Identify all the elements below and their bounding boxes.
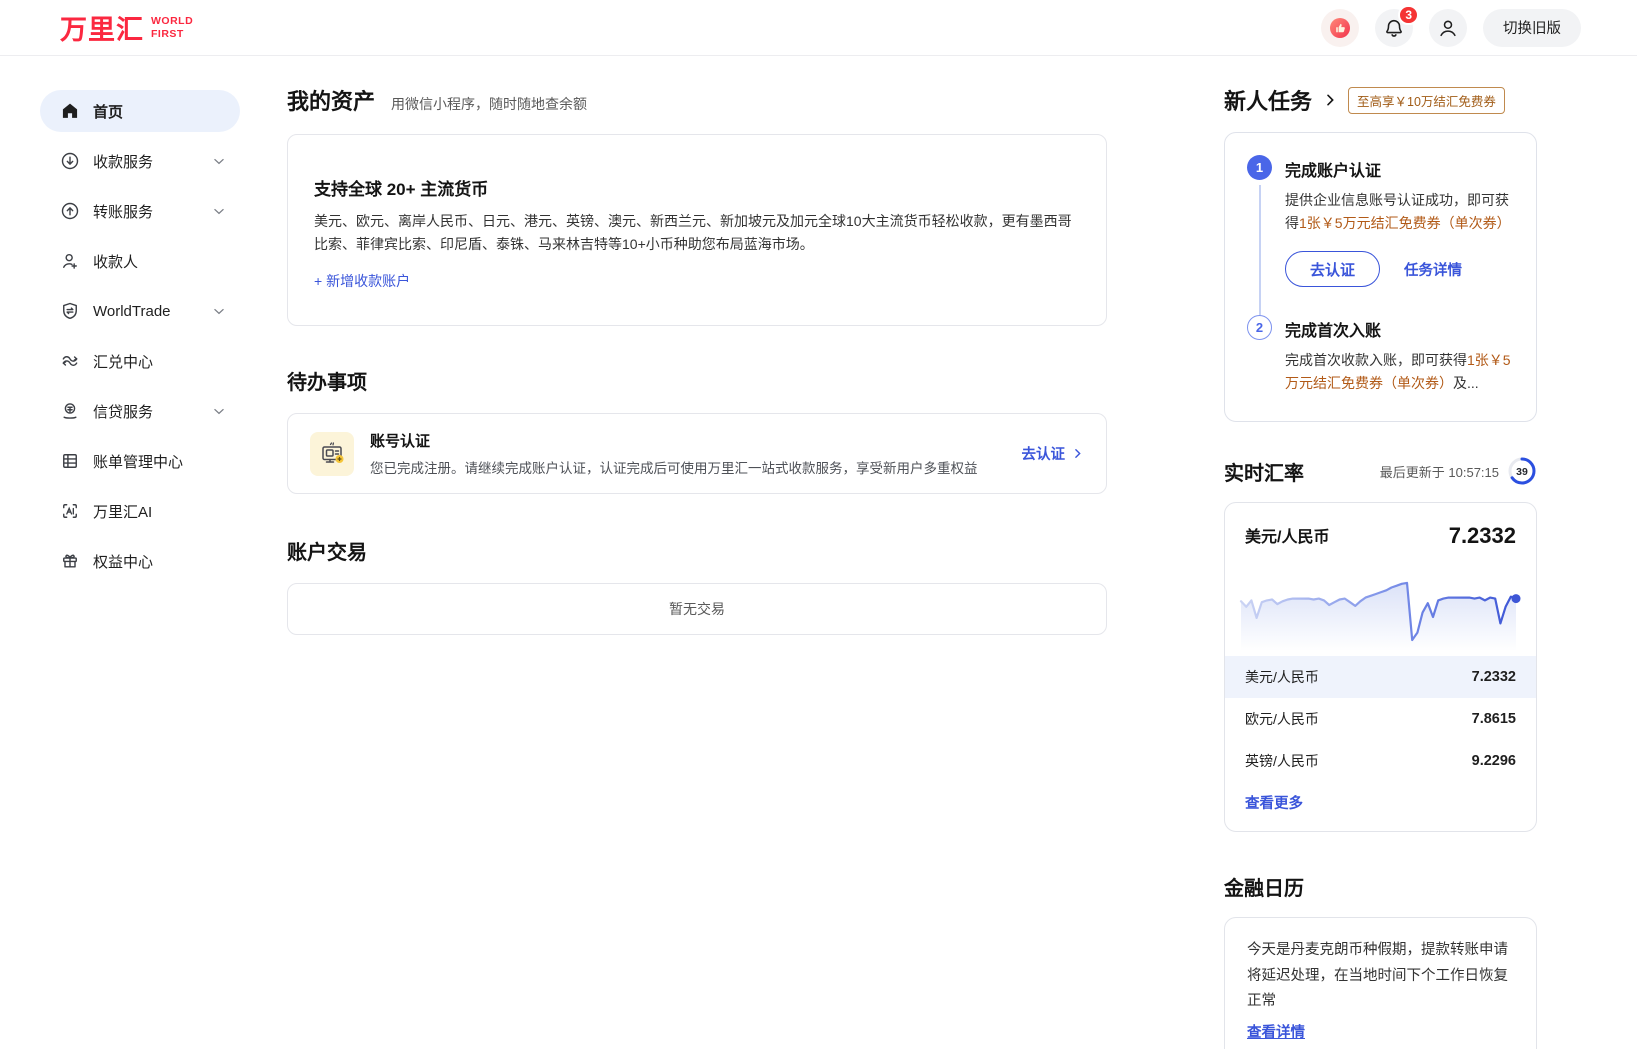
task-step-1: 1 完成账户认证 提供企业信息账号认证成功，即可获得1张￥5万元结汇免费券（单次… [1247,157,1514,287]
switch-old-version-button[interactable]: 切换旧版 [1483,9,1581,47]
rate-sparkline-chart [1225,549,1536,656]
tasks-chevron-right-icon[interactable] [1322,92,1338,108]
sidebar-item-home[interactable]: 首页 [40,90,240,132]
financial-calendar-card: 今天是丹麦克朗币种假期，提款转账申请将延迟处理，在当地时间下个工作日恢复正常 查… [1224,917,1537,1049]
add-receiving-account-link[interactable]: + 新增收款账户 [314,271,410,291]
feedback-thumbs-up-button[interactable] [1321,9,1359,47]
monitor-id-icon [318,440,346,468]
notifications-button[interactable]: 3 [1375,9,1413,47]
tasks-reward-badge: 至高享￥10万结汇免费券 [1348,87,1505,114]
sidebar-item-label: WorldTrade [93,303,199,320]
sidebar-item-label: 汇兑中心 [93,351,226,372]
step-2-number: 2 [1247,315,1272,340]
assets-card-title: 支持全球 20+ 主流货币 [314,175,1080,200]
step-2-desc: 完成首次收款入账，即可获得1张￥5万元结汇免费券（单次券）及... [1285,349,1514,395]
rate-row-eur-cny[interactable]: 欧元/人民币 7.8615 [1225,698,1536,740]
step-1-title: 完成账户认证 [1285,157,1514,181]
rate-row-gbp-cny[interactable]: 英镑/人民币 9.2296 [1225,740,1536,782]
sidebar-item-benefits-center[interactable]: 权益中心 [40,540,240,582]
assets-subtitle: 用微信小程序，随时随地查余额 [391,94,587,114]
todo-item-desc: 您已完成注册。请继续完成账户认证，认证完成后可使用万里汇一站式收款服务，享受新用… [370,457,1022,477]
financial-calendar-title: 金融日历 [1224,872,1304,901]
sidebar-item-fx-center[interactable]: 汇兑中心 [40,340,240,382]
live-rates-card: 美元/人民币 7.2332 [1224,502,1537,832]
person-add-icon [60,251,80,271]
sidebar-item-label: 收款人 [93,251,226,272]
sidebar-item-transfer-services[interactable]: 转账服务 [40,190,240,232]
thumbs-up-icon [1328,16,1352,40]
sidebar-item-payees[interactable]: 收款人 [40,240,240,282]
account-verify-illustration [310,432,354,476]
svg-text:39: 39 [1516,466,1528,478]
step-connector [1259,185,1261,315]
sidebar-item-label: 信贷服务 [93,401,199,422]
chevron-down-icon [212,204,226,218]
step-1-task-details-link[interactable]: 任务详情 [1404,259,1462,280]
sidebar-item-worldtrade[interactable]: WorldTrade [40,290,240,332]
featured-pair-value: 7.2332 [1449,523,1516,549]
right-panel: 新人任务 至高享￥10万结汇免费券 1 完成账户认证 提供企业信息账号认证成功，… [1224,56,1537,1049]
home-icon [60,101,80,121]
todo-title: 待办事项 [287,366,1107,395]
ai-icon [60,501,80,521]
bill-list-icon [60,451,80,471]
chevron-down-icon [212,154,226,168]
gift-icon [60,551,80,571]
logo-cn-text: 万里汇 [60,8,144,47]
transactions-empty-card: 暂无交易 [287,583,1107,635]
chevron-down-icon [212,404,226,418]
sidebar-item-billing-center[interactable]: 账单管理中心 [40,440,240,482]
step-2-title: 完成首次入账 [1285,317,1514,341]
sidebar-nav: 首页 收款服务 转账服务 收款人 [0,56,265,590]
notification-count-badge: 3 [1398,5,1419,25]
go-verify-link[interactable]: 去认证 [1022,443,1085,464]
sidebar-item-label: 万里汇AI [93,501,226,522]
sidebar-item-label: 收款服务 [93,151,199,172]
rates-updated-label: 最后更新于 10:57:15 [1380,462,1499,481]
sidebar-item-label: 首页 [93,101,226,122]
featured-pair-label: 美元/人民币 [1245,523,1329,547]
chevron-right-icon [1071,447,1084,460]
shield-trade-icon [60,301,80,321]
new-user-tasks-title: 新人任务 [1224,84,1312,116]
main-content: 我的资产 用微信小程序，随时随地查余额 支持全球 20+ 主流货币 美元、欧元、… [287,56,1107,635]
new-user-tasks-card: 1 完成账户认证 提供企业信息账号认证成功，即可获得1张￥5万元结汇免费券（单次… [1224,132,1537,422]
calendar-notice-text: 今天是丹麦克朗币种假期，提款转账申请将延迟处理，在当地时间下个工作日恢复正常 [1247,938,1514,1014]
sidebar-item-credit-services[interactable]: 信贷服务 [40,390,240,432]
sidebar-item-label: 转账服务 [93,201,199,222]
todo-item-title: 账号认证 [370,430,1022,451]
credit-icon [60,401,80,421]
transactions-title: 账户交易 [287,536,1107,565]
sidebar-item-label: 账单管理中心 [93,451,226,472]
assets-card: 支持全球 20+ 主流货币 美元、欧元、离岸人民币、日元、港元、英镑、澳元、新西… [287,134,1107,326]
assets-card-desc: 美元、欧元、离岸人民币、日元、港元、英镑、澳元、新西兰元、新加坡元及加元全球10… [314,210,1080,255]
rate-row-usd-cny[interactable]: 美元/人民币 7.2332 [1225,656,1536,698]
live-rates-title: 实时汇率 [1224,457,1380,486]
sidebar-item-label: 权益中心 [93,551,226,572]
calendar-details-link[interactable]: 查看详情 [1247,1021,1305,1042]
account-button[interactable] [1429,9,1467,47]
refresh-countdown-timer: 39 [1507,456,1537,486]
arrow-down-circle-icon [60,151,80,171]
view-more-rates-link[interactable]: 查看更多 [1245,796,1303,812]
transactions-empty-label: 暂无交易 [669,599,725,619]
assets-title: 我的资产 [287,84,375,116]
worldfirst-logo: 万里汇 WORLD FIRST [60,8,193,47]
todo-card: 账号认证 您已完成注册。请继续完成账户认证，认证完成后可使用万里汇一站式收款服务… [287,413,1107,494]
exchange-icon [60,351,80,371]
user-icon [1437,17,1459,39]
logo-en-text: WORLD FIRST [151,15,193,39]
step-1-desc: 提供企业信息账号认证成功，即可获得1张￥5万元结汇免费券（单次券） [1285,189,1514,235]
arrow-up-circle-icon [60,201,80,221]
top-header: 万里汇 WORLD FIRST 3 [0,0,1637,56]
sidebar-item-worldfirst-ai[interactable]: 万里汇AI [40,490,240,532]
chevron-down-icon [212,304,226,318]
task-step-2: 2 完成首次入账 完成首次收款入账，即可获得1张￥5万元结汇免费券（单次券）及.… [1247,317,1514,395]
sidebar-item-receive-services[interactable]: 收款服务 [40,140,240,182]
step-1-verify-button[interactable]: 去认证 [1285,251,1380,287]
step-1-number: 1 [1247,155,1272,180]
